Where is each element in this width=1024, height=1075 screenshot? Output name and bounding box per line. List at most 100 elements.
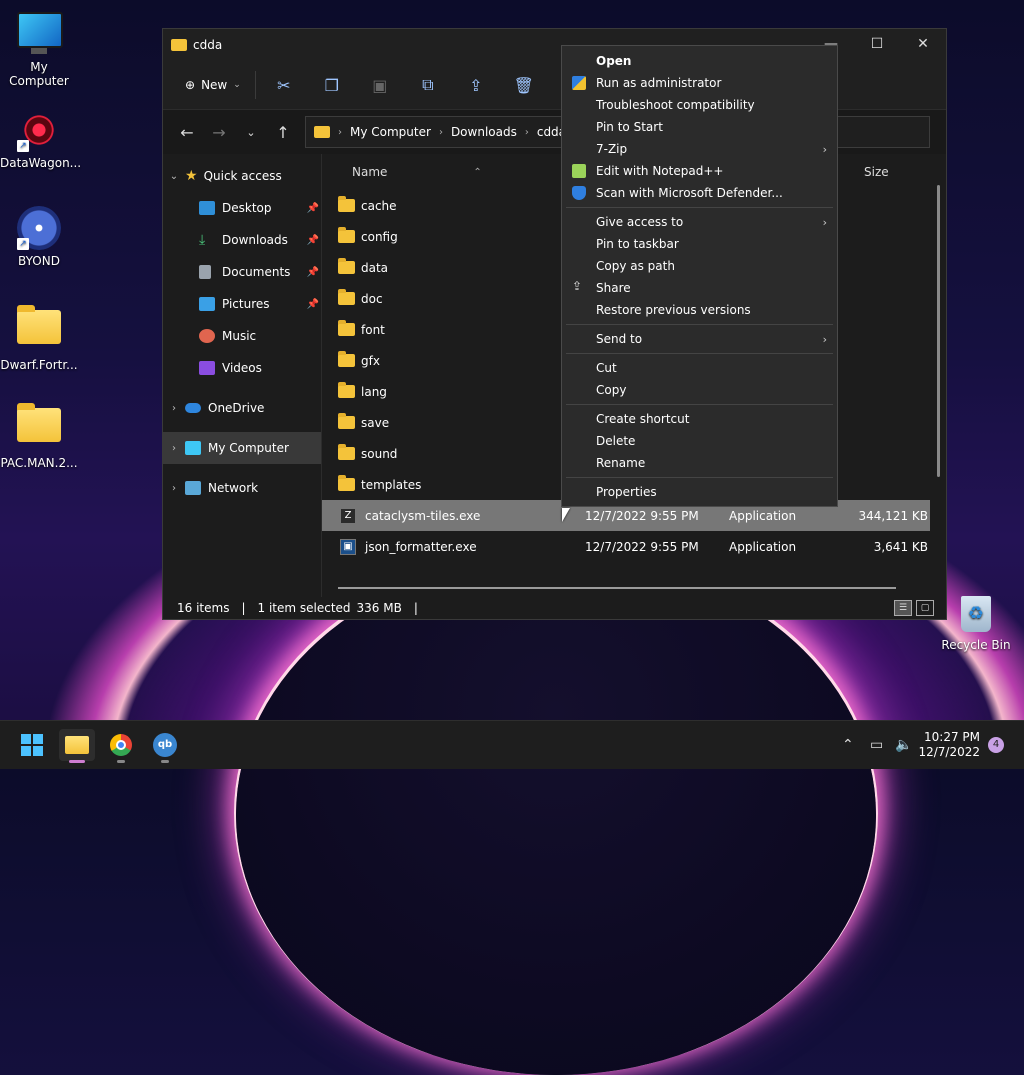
menu-item-open[interactable]: Open (562, 50, 837, 72)
menu-item-share[interactable]: ⇪ Share (562, 277, 837, 299)
large-icons-view-button[interactable]: ▢ (916, 600, 934, 616)
menu-item-7zip[interactable]: 7-Zip › (562, 138, 837, 160)
column-header-size[interactable]: Size (864, 165, 889, 179)
menu-item-send-to[interactable]: Send to › (562, 328, 837, 350)
folder-icon (338, 320, 355, 336)
nav-item-documents[interactable]: Documents 📌 (163, 256, 321, 288)
menu-item-run-as-admin[interactable]: Run as administrator (562, 72, 837, 94)
menu-item-notepadpp[interactable]: Edit with Notepad++ (562, 160, 837, 182)
desktop-icon-my-computer[interactable]: My Computer (0, 10, 78, 88)
desktop-icon-byond[interactable]: ↗ BYOND (0, 206, 78, 268)
menu-item-pin-to-start[interactable]: Pin to Start (562, 116, 837, 138)
menu-item-create-shortcut[interactable]: Create shortcut (562, 408, 837, 430)
pictures-icon (199, 297, 215, 311)
window-title: cdda (193, 38, 223, 52)
nav-item-videos[interactable]: Videos (163, 352, 321, 384)
folder-icon (338, 413, 355, 429)
delete-button[interactable]: 🗑 (500, 69, 548, 101)
up-button[interactable]: ↑ (267, 123, 299, 142)
menu-separator (566, 404, 833, 405)
nav-item-onedrive[interactable]: › OneDrive (163, 392, 321, 424)
cut-button[interactable]: ✂ (260, 69, 308, 101)
chevron-right-icon: › (172, 442, 176, 454)
item-count: 16 items (177, 601, 230, 615)
datawagon-icon: ↗ (17, 108, 61, 152)
recent-locations-button[interactable]: ⌄ (235, 126, 267, 139)
plus-icon: ⊕ (185, 78, 196, 92)
network-tray-button[interactable]: ▭ (870, 721, 883, 769)
nav-item-quick-access[interactable]: ⌄ ★ Quick access (163, 160, 321, 192)
document-icon (199, 265, 211, 279)
nav-item-network[interactable]: › Network (163, 472, 321, 504)
volume-tray-button[interactable]: 🔈 (895, 721, 912, 769)
menu-item-give-access[interactable]: Give access to › (562, 211, 837, 233)
menu-separator (566, 477, 833, 478)
status-bar: 16 items | 1 item selected 336 MB | ☰ ▢ (163, 597, 946, 619)
maximize-button[interactable]: ☐ (854, 29, 900, 59)
copy-button[interactable]: ❐ (308, 69, 356, 101)
nav-item-desktop[interactable]: Desktop 📌 (163, 192, 321, 224)
taskbar-file-explorer[interactable] (59, 729, 95, 763)
forward-button[interactable]: → (203, 123, 235, 142)
taskbar-chrome[interactable] (103, 729, 139, 763)
paste-button[interactable]: ▣ (356, 69, 404, 101)
details-view-button[interactable]: ☰ (894, 600, 912, 616)
file-date: 12/7/2022 9:55 PM (585, 539, 699, 554)
menu-item-troubleshoot[interactable]: Troubleshoot compatibility (562, 94, 837, 116)
folder-icon (338, 475, 355, 491)
folder-icon (338, 227, 355, 243)
menu-item-label: Send to (596, 332, 643, 346)
list-item[interactable]: ▣ json_formatter.exe 12/7/2022 9:55 PM A… (322, 531, 946, 562)
file-name: doc (361, 291, 383, 306)
pin-icon: 📌 (306, 298, 319, 310)
menu-item-delete[interactable]: Delete (562, 430, 837, 452)
menu-item-defender-scan[interactable]: Scan with Microsoft Defender... (562, 182, 837, 204)
menu-item-cut[interactable]: Cut (562, 357, 837, 379)
share-icon: ⇪ (572, 279, 583, 293)
start-button[interactable] (14, 729, 50, 761)
menu-item-properties[interactable]: Properties (562, 481, 837, 503)
file-name: font (361, 322, 385, 337)
chevron-right-icon: › (524, 126, 529, 138)
menu-item-label: Delete (596, 434, 636, 448)
folder-icon (338, 382, 355, 398)
file-name: sound (361, 446, 398, 461)
folder-icon (17, 305, 61, 354)
chrome-icon (110, 734, 132, 756)
folder-icon (17, 403, 61, 452)
show-hidden-icons-button[interactable]: ⌃ (842, 721, 854, 769)
breadcrumb-item[interactable]: My Computer (350, 125, 431, 139)
desktop-icon-pacman[interactable]: PAC.MAN.2... (0, 402, 78, 470)
new-button[interactable]: ⊕ New ⌄ (175, 69, 251, 101)
nav-item-downloads[interactable]: ⤓ Downloads 📌 (163, 224, 321, 256)
share-button[interactable]: ⇪ (452, 69, 500, 101)
notepadpp-icon (572, 164, 586, 178)
horizontal-scrollbar[interactable] (338, 587, 896, 589)
taskbar-qbittorrent[interactable]: qb (147, 729, 183, 763)
menu-item-rename[interactable]: Rename (562, 452, 837, 474)
breadcrumb-item[interactable]: Downloads (451, 125, 517, 139)
menu-item-copy-as-path[interactable]: Copy as path (562, 255, 837, 277)
menu-item-label: Scan with Microsoft Defender... (596, 186, 783, 200)
column-header-name[interactable]: Name (352, 165, 387, 179)
taskbar-clock[interactable]: 10:27 PM 12/7/2022 (918, 730, 980, 760)
nav-item-music[interactable]: Music (163, 320, 321, 352)
nav-item-my-computer[interactable]: › My Computer (163, 432, 321, 464)
menu-item-restore-versions[interactable]: Restore previous versions (562, 299, 837, 321)
cataclysm-app-icon: Z (340, 507, 356, 524)
notification-badge[interactable]: 4 (988, 737, 1004, 753)
close-button[interactable]: ✕ (900, 29, 946, 59)
back-button[interactable]: ← (171, 123, 203, 142)
menu-item-copy[interactable]: Copy (562, 379, 837, 401)
desktop-icon (199, 201, 215, 215)
rename-button[interactable]: ⧉ (404, 69, 452, 101)
desktop-icon-recycle-bin[interactable]: ♻ Recycle Bin (940, 596, 1012, 652)
vertical-scrollbar[interactable] (937, 185, 940, 477)
menu-item-pin-taskbar[interactable]: Pin to taskbar (562, 233, 837, 255)
chevron-down-icon: ⌄ (169, 170, 179, 182)
desktop-icon-datawagon[interactable]: ↗ DataWagon... (0, 108, 81, 170)
network-icon (185, 481, 201, 495)
desktop-icon-dwarf-fortress[interactable]: Dwarf.Fortr... (0, 304, 78, 372)
nav-item-pictures[interactable]: Pictures 📌 (163, 288, 321, 320)
nav-item-label: Desktop (222, 201, 272, 215)
